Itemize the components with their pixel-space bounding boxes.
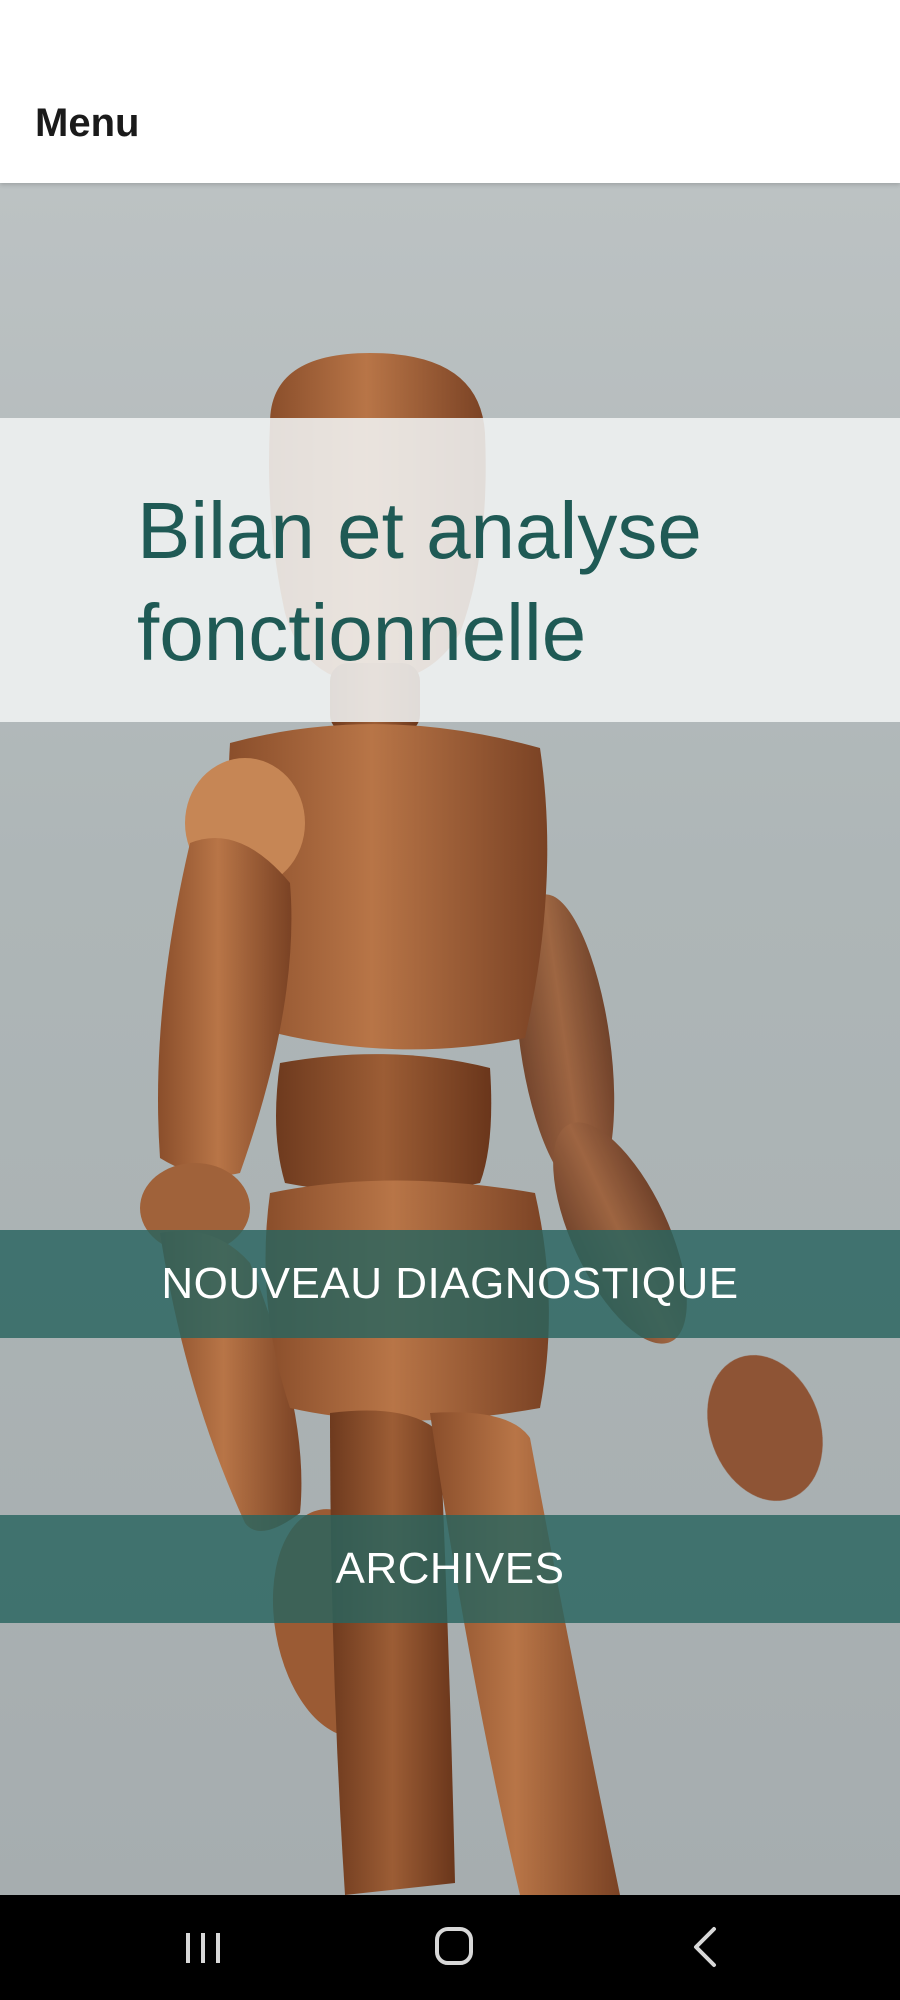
title-band: Bilan et analyse fonctionnelle bbox=[0, 418, 900, 722]
recents-icon[interactable] bbox=[163, 1917, 243, 1977]
page-title: Bilan et analyse fonctionnelle bbox=[137, 486, 702, 677]
home-icon[interactable] bbox=[414, 1917, 494, 1977]
screen: Menu Bilan et analyse fonctionnelle NOUV… bbox=[0, 0, 900, 2000]
new-diagnostic-button[interactable]: NOUVEAU DIAGNOSTIQUE bbox=[0, 1230, 900, 1338]
archives-button[interactable]: ARCHIVES bbox=[0, 1515, 900, 1623]
app-bar: Menu bbox=[0, 0, 900, 183]
app-bar-title[interactable]: Menu bbox=[35, 98, 139, 148]
back-icon[interactable] bbox=[666, 1917, 746, 1977]
system-nav-bar bbox=[0, 1895, 900, 2000]
